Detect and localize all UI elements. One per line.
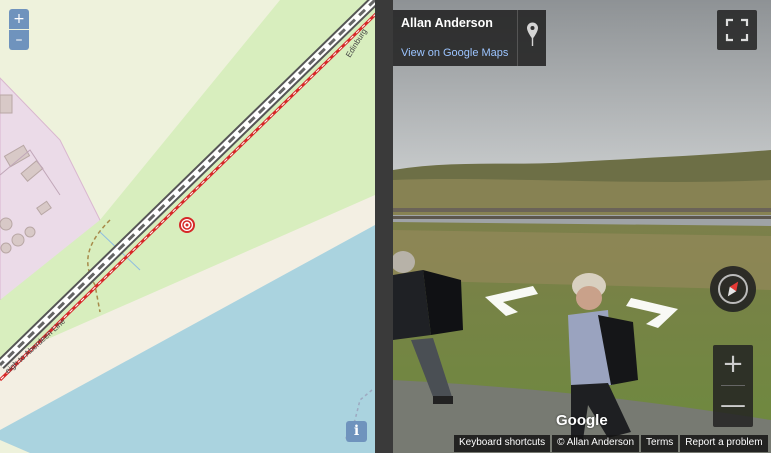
copyright-text: © Allan Anderson [552,435,640,452]
map-zoom-out-button[interactable]: – [9,30,29,50]
streetview-location-marker [179,217,195,233]
attribution-bar: Keyboard shortcuts © Allan Anderson Term… [454,435,770,452]
streetview-zoom-control: + — [713,345,753,427]
map-pin-icon [527,22,538,46]
streetview-zoom-out-button[interactable]: — [713,386,753,426]
streetview-zoom-in-button[interactable]: + [713,345,753,385]
compass-button[interactable] [710,266,756,312]
report-problem-link[interactable]: Report a problem [680,435,768,452]
map-info-button[interactable]: i [346,421,367,442]
map-pin-button[interactable] [517,10,547,66]
map-zoom-control: + – [9,9,29,51]
location-card: Allan Anderson View on Google Maps [393,10,546,66]
google-logo: Google [556,412,608,429]
panel-divider[interactable] [375,0,393,453]
map-canvas: eigh to Aberdeen Line Edinburg [0,0,375,453]
terms-link[interactable]: Terms [641,435,679,452]
view-on-google-maps-link[interactable]: View on Google Maps [401,47,508,59]
place-title: Allan Anderson [401,16,493,30]
keyboard-shortcuts-link[interactable]: Keyboard shortcuts [454,435,551,452]
compass-icon [718,274,748,304]
fullscreen-button[interactable] [717,10,757,50]
fullscreen-icon [725,18,749,42]
streetview-panorama[interactable]: Allan Anderson View on Google Maps + — G… [393,0,771,453]
map-zoom-in-button[interactable]: + [9,9,29,29]
osm-map[interactable]: eigh to Aberdeen Line Edinburg + – i [0,0,375,453]
